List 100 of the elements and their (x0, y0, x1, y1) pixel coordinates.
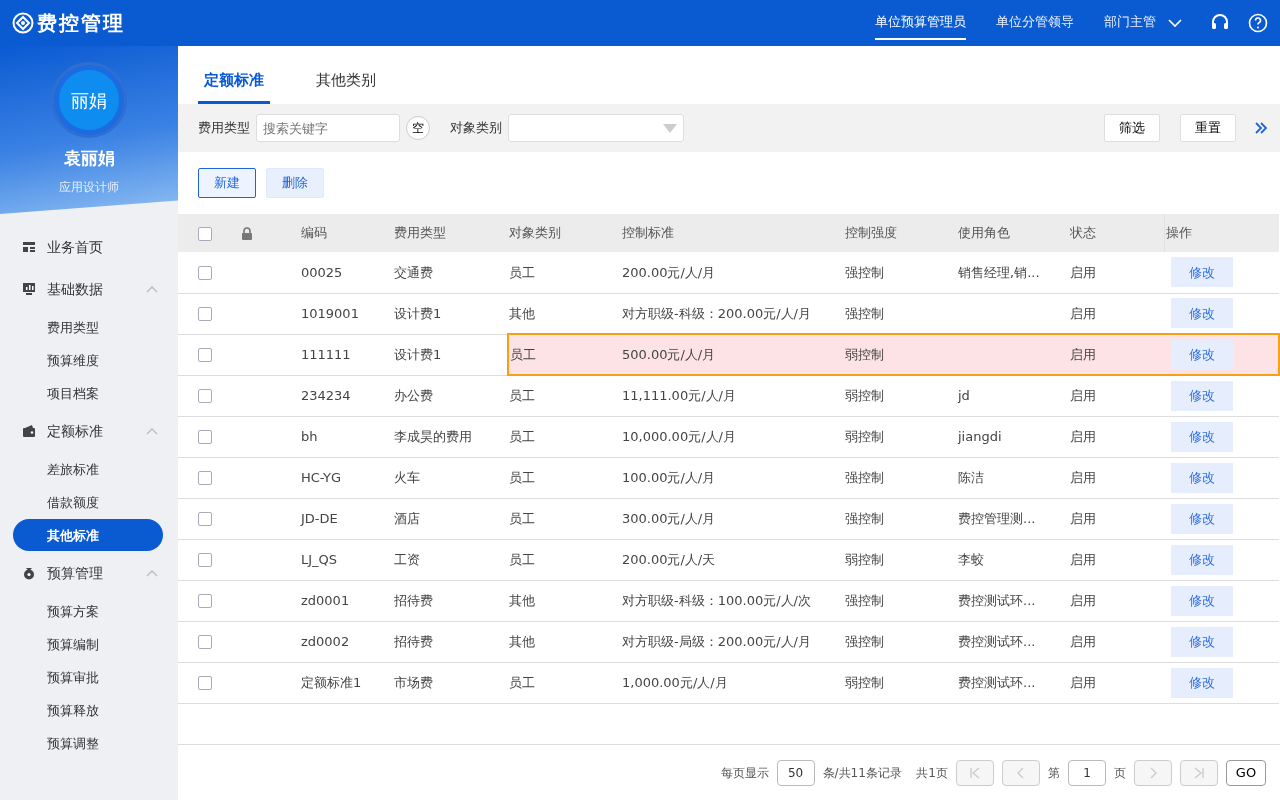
row-checkbox[interactable] (197, 635, 212, 650)
column-header: 控制强度 (845, 225, 897, 241)
sidebar-item[interactable]: 业务首页 (47, 236, 103, 258)
edit-button[interactable]: 修改 (1170, 380, 1233, 411)
sidebar-item[interactable]: 预算调整 (13, 727, 163, 759)
clear-button[interactable]: 空 (406, 116, 430, 140)
edit-button[interactable]: 修改 (1170, 339, 1233, 370)
table-cell: 500.00元/人/月 (622, 346, 716, 362)
row-checkbox[interactable] (197, 471, 212, 486)
double-chevron-icon[interactable] (1254, 121, 1268, 135)
row-checkbox[interactable] (197, 676, 212, 691)
column-header: 使用角色 (958, 225, 1010, 241)
table-cell: 启用 (1070, 428, 1096, 444)
wallet-icon (22, 424, 36, 438)
edit-button[interactable]: 修改 (1170, 544, 1233, 575)
role-tab[interactable]: 部门主管 (1104, 6, 1156, 40)
table-cell: 员工 (509, 551, 535, 567)
table-cell: 11,111.00元/人/月 (622, 388, 736, 403)
tab[interactable]: 其他类别 (310, 68, 382, 104)
table-cell: 招待费 (394, 633, 433, 649)
filter-button[interactable]: 筛选 (1104, 114, 1160, 142)
table-cell: 员工 (509, 428, 535, 444)
row-checkbox[interactable] (197, 348, 212, 363)
select-all-checkbox[interactable] (197, 226, 212, 241)
table-cell: 其他 (509, 633, 535, 649)
sidebar-item[interactable]: 预算审批 (13, 661, 163, 693)
edit-button[interactable]: 修改 (1170, 503, 1233, 534)
pager-label: 页 (1114, 764, 1126, 782)
edit-button[interactable]: 修改 (1170, 667, 1233, 698)
page-number-field[interactable]: 1 (1068, 759, 1106, 786)
chevron-up-icon[interactable] (146, 285, 158, 293)
lock-icon (241, 227, 253, 241)
action-button[interactable]: 删除 (266, 168, 324, 198)
table-cell: 100.00元/人/月 (622, 469, 716, 485)
sidebar-item[interactable]: 预算编制 (13, 628, 163, 660)
sidebar-item[interactable]: 预算方案 (13, 595, 163, 627)
edit-button[interactable]: 修改 (1170, 257, 1233, 288)
table-cell: 111111 (301, 346, 351, 362)
role-tab[interactable]: 单位预算管理员 (875, 6, 966, 40)
chevron-up-icon[interactable] (146, 569, 158, 577)
sidebar-item[interactable]: 项目档案 (13, 377, 163, 409)
table-cell: 启用 (1070, 264, 1096, 280)
page-count: 共1页 (916, 764, 948, 782)
dropdown-caret-icon[interactable] (663, 123, 677, 133)
table-cell: 员工 (509, 388, 535, 403)
table-cell: 其他 (509, 592, 535, 608)
reset-button[interactable]: 重置 (1180, 114, 1236, 142)
table-cell: 交通费 (394, 264, 433, 280)
page-size-field[interactable]: 50 (776, 759, 815, 786)
sidebar-group[interactable]: 基础数据 (47, 278, 103, 300)
sidebar-group[interactable]: 预算管理 (47, 562, 103, 584)
sidebar-group[interactable]: 定额标准 (47, 420, 103, 442)
go-button[interactable]: GO (1226, 759, 1266, 786)
row-checkbox[interactable] (197, 266, 212, 280)
sidebar-item[interactable]: 差旅标准 (13, 453, 163, 485)
column-header: 操作 (1165, 225, 1192, 241)
edit-button[interactable]: 修改 (1170, 462, 1233, 493)
action-button[interactable]: 新建 (198, 168, 256, 198)
table-cell: 弱控制 (845, 388, 884, 403)
edit-button[interactable]: 修改 (1170, 626, 1233, 657)
help-icon[interactable] (1248, 13, 1268, 33)
table-cell: 10,000.00元/人/月 (622, 428, 736, 444)
table-cell: 设计费1 (394, 346, 442, 362)
column-header: 对象类别 (509, 225, 561, 241)
user-role: 应用设计师 (59, 178, 119, 196)
logo-icon (12, 12, 34, 34)
sidebar-item[interactable]: 费用类型 (13, 311, 163, 343)
edit-button[interactable]: 修改 (1170, 298, 1233, 329)
table-cell: bh (301, 428, 318, 444)
table-cell: 1,000.00元/人/月 (622, 674, 728, 690)
row-checkbox[interactable] (197, 307, 212, 322)
table-cell: jiangdi (958, 428, 1002, 444)
table-cell: 设计费1 (394, 305, 442, 321)
row-checkbox[interactable] (197, 430, 212, 445)
sidebar-item[interactable]: 其他标准 (13, 519, 163, 551)
row-checkbox[interactable] (197, 594, 212, 609)
chevron-down-icon[interactable] (1168, 18, 1182, 28)
table-cell: 200.00元/人/天 (622, 551, 716, 567)
table-cell: 员工 (509, 264, 535, 280)
table-cell: 强控制 (845, 469, 884, 485)
sidebar-item[interactable]: 预算维度 (13, 344, 163, 376)
table-cell: 李成昊的费用 (394, 428, 472, 444)
row-checkbox[interactable] (197, 553, 212, 568)
sidebar-item[interactable]: 预算释放 (13, 694, 163, 726)
row-checkbox[interactable] (197, 389, 212, 404)
filter-label: 对象类别 (450, 119, 502, 138)
edit-button[interactable]: 修改 (1170, 585, 1233, 616)
table-cell: 费控测试环... (958, 592, 1036, 608)
sidebar-item[interactable]: 借款额度 (13, 486, 163, 518)
edit-button[interactable]: 修改 (1170, 421, 1233, 452)
role-tab[interactable]: 单位分管领导 (996, 6, 1074, 40)
table-cell: LJ_QS (301, 551, 338, 567)
search-field[interactable]: 搜索关键字 (256, 114, 400, 142)
row-checkbox[interactable] (197, 512, 212, 527)
last-page-icon (1192, 766, 1206, 780)
table-cell: 办公费 (394, 387, 433, 403)
column-header: 费用类型 (394, 225, 446, 241)
dropdown-field[interactable] (508, 114, 684, 142)
table-cell: 强控制 (845, 633, 884, 649)
chevron-up-icon[interactable] (146, 427, 158, 435)
